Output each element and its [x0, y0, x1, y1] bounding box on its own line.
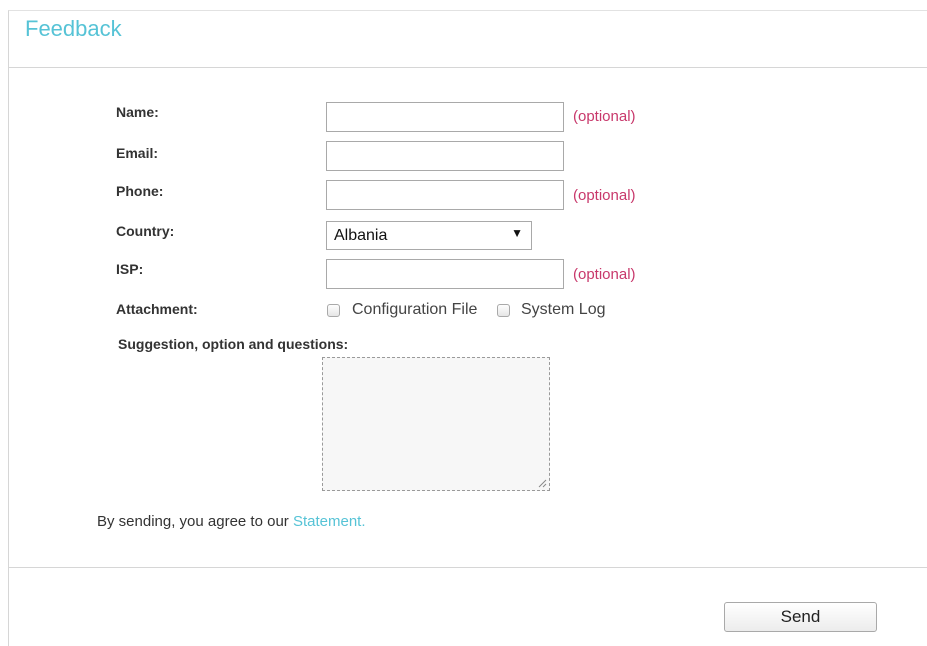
isp-optional-hint: (optional): [573, 266, 636, 283]
name-label: Name:: [116, 104, 159, 120]
feedback-panel: Feedback Name: (optional) Email: Phone: …: [8, 10, 927, 646]
attachment-label: Attachment:: [116, 301, 198, 317]
country-label: Country:: [116, 223, 175, 239]
agreement-prefix: By sending, you agree to our: [97, 513, 293, 530]
suggestion-textarea[interactable]: [322, 357, 550, 491]
send-button[interactable]: Send: [724, 602, 877, 632]
email-input[interactable]: [326, 141, 564, 171]
country-selected-value: Albania: [334, 227, 388, 244]
isp-input[interactable]: [326, 259, 564, 289]
system-log-checkbox[interactable]: [497, 304, 510, 317]
name-input[interactable]: [326, 102, 564, 132]
phone-optional-hint: (optional): [573, 187, 636, 204]
dropdown-arrow-icon: ▼: [511, 226, 523, 240]
page-title: Feedback: [25, 16, 122, 41]
header-divider: [9, 67, 927, 68]
agreement-text: By sending, you agree to our Statement.: [97, 513, 366, 530]
configuration-file-label[interactable]: Configuration File: [352, 301, 477, 319]
statement-link[interactable]: Statement.: [293, 513, 366, 530]
country-select[interactable]: Albania ▼: [326, 221, 532, 250]
configuration-file-checkbox[interactable]: [327, 304, 340, 317]
footer-divider: [9, 567, 927, 568]
system-log-label[interactable]: System Log: [521, 301, 605, 319]
isp-label: ISP:: [116, 261, 144, 277]
suggestion-label: Suggestion, option and questions:: [118, 336, 349, 352]
phone-input[interactable]: [326, 180, 564, 210]
name-optional-hint: (optional): [573, 108, 636, 125]
email-label: Email:: [116, 145, 159, 161]
phone-label: Phone:: [116, 183, 164, 199]
